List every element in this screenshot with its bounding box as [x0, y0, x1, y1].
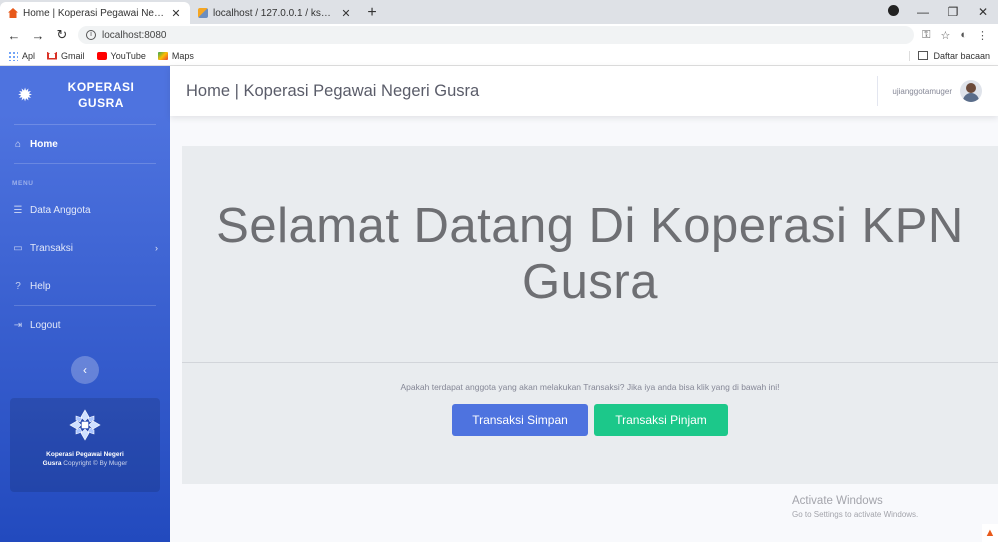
sidebar-card-text: Koperasi Pegawai Negeri Gusra Copyright … — [37, 450, 134, 468]
profile-icon[interactable] — [878, 5, 908, 19]
new-tab-button[interactable]: + — [360, 2, 384, 24]
chevron-left-icon: ‹ — [83, 363, 87, 377]
browser-tab-bar: Home | Koperasi Pegawai Negeri ✕ localho… — [0, 0, 998, 24]
key-icon[interactable]: ⚿ — [922, 29, 930, 42]
tab-title: Home | Koperasi Pegawai Negeri — [23, 7, 165, 19]
cash-icon: ▭ — [13, 242, 23, 254]
sidebar-item-label: Logout — [30, 319, 61, 331]
sidebar-item-transaksi[interactable]: ▭ Transaksi › — [0, 229, 170, 267]
card-title: Koperasi Pegawai Negeri — [46, 451, 124, 458]
watermark-subtitle: Go to Settings to activate Windows. — [792, 510, 919, 519]
home-icon: ⌂ — [14, 138, 22, 150]
tab-title: localhost / 127.0.0.1 / ksp / t_tan — [213, 7, 335, 19]
tab-phpmyadmin[interactable]: localhost / 127.0.0.1 / ksp / t_tan ✕ — [190, 2, 360, 24]
page-title: Home | Koperasi Pegawai Negeri Gusra — [186, 81, 480, 100]
address-bar: ← → ↻ i localhost:8080 ⚿ ☆ ◐ ⋮ — [0, 24, 998, 46]
jumbotron-divider — [182, 362, 998, 363]
koperasi-logo-icon — [68, 408, 102, 442]
gmail-icon — [47, 51, 58, 60]
card-copyright: Copyright © By Muger — [63, 460, 128, 467]
welcome-jumbotron: Selamat Datang Di Koperasi KPN Gusra Apa… — [182, 146, 998, 484]
sidebar: ✹ KOPERASI GUSRA ⌂ Home MENU ☰ Data Angg… — [0, 66, 170, 542]
sidebar-item-data-anggota[interactable]: ☰ Data Anggota — [0, 191, 170, 229]
bookmarks-bar: Apl Gmail YouTube Maps Daftar bacaan — [0, 46, 998, 66]
apps-grid-icon — [8, 50, 18, 61]
card-brand: Gusra — [42, 460, 62, 467]
bookmark-maps[interactable]: Maps — [157, 50, 194, 61]
restore-icon[interactable]: ❐ — [938, 5, 968, 19]
cog-icon: ✹ — [17, 84, 33, 105]
youtube-icon — [96, 51, 107, 60]
tab-home[interactable]: Home | Koperasi Pegawai Negeri ✕ — [0, 2, 190, 24]
chevron-right-icon: › — [155, 243, 158, 253]
close-window-icon[interactable]: ✕ — [968, 5, 998, 19]
bookmark-apps[interactable]: Apl — [8, 50, 36, 61]
reading-list-label: Daftar bacaan — [933, 50, 990, 61]
transaksi-simpan-button[interactable]: Transaksi Simpan — [452, 404, 588, 436]
sidebar-item-logout[interactable]: ⇥ Logout — [0, 306, 170, 344]
tab-close-icon[interactable]: ✕ — [340, 7, 352, 20]
brand-text: KOPERASI GUSRA — [67, 80, 135, 110]
reading-list[interactable]: Daftar bacaan — [909, 50, 990, 61]
lead-text: Apakah terdapat anggota yang akan melaku… — [400, 382, 780, 392]
bookmark-label: Gmail — [61, 50, 85, 61]
url-input[interactable]: i localhost:8080 — [78, 26, 915, 44]
bookmark-label: Apl — [22, 50, 36, 61]
extension-icon[interactable]: ◐ — [960, 29, 967, 42]
avatar — [960, 80, 982, 102]
welcome-heading: Selamat Datang Di Koperasi KPN Gusra — [216, 199, 964, 309]
sidebar-card: Koperasi Pegawai Negeri Gusra Copyright … — [10, 398, 160, 492]
logout-icon: ⇥ — [13, 319, 23, 331]
question-icon: ? — [15, 280, 21, 292]
window-controls: — ❐ ✕ — [878, 0, 998, 24]
bookmark-youtube[interactable]: YouTube — [96, 50, 146, 61]
username: ujianggotamuger — [892, 86, 952, 96]
user-menu[interactable]: ujianggotamuger — [877, 76, 982, 106]
sidebar-brand[interactable]: ✹ KOPERASI GUSRA — [0, 66, 170, 124]
maps-icon — [157, 51, 168, 60]
sidebar-item-label: Home — [30, 138, 58, 150]
forward-icon[interactable]: → — [30, 28, 46, 43]
topbar: Home | Koperasi Pegawai Negeri Gusra uji… — [170, 66, 998, 116]
info-icon[interactable]: i — [86, 30, 96, 40]
url-text: localhost:8080 — [102, 29, 167, 41]
list-icon: ☰ — [13, 204, 23, 216]
back-icon[interactable]: ← — [6, 28, 22, 43]
activate-windows-watermark: Activate Windows Go to Settings to activ… — [792, 494, 918, 522]
star-icon[interactable]: ☆ — [940, 29, 950, 42]
sidebar-item-label: Data Anggota — [30, 204, 91, 216]
minimize-icon[interactable]: — — [908, 5, 938, 19]
tab-close-icon[interactable]: ✕ — [170, 7, 182, 20]
sidebar-item-label: Help — [30, 280, 51, 292]
sidebar-item-home[interactable]: ⌂ Home — [0, 125, 170, 163]
transaksi-pinjam-button[interactable]: Transaksi Pinjam — [594, 404, 728, 436]
flame-icon: ▲ — [982, 524, 998, 542]
sidebar-toggle-button[interactable]: ‹ — [71, 356, 99, 384]
phpmyadmin-favicon-icon — [198, 8, 208, 18]
reload-icon[interactable]: ↻ — [54, 27, 70, 43]
bookmark-gmail[interactable]: Gmail — [47, 51, 85, 61]
sidebar-heading: MENU — [12, 180, 34, 187]
home-favicon-icon — [8, 8, 18, 18]
bookmark-label: Maps — [171, 50, 194, 61]
bookmark-label: YouTube — [110, 50, 146, 61]
watermark-title: Activate Windows — [792, 495, 883, 507]
sidebar-item-help[interactable]: ? Help — [0, 267, 170, 305]
menu-dots-icon[interactable]: ⋮ — [977, 29, 988, 42]
sidebar-item-label: Transaksi — [30, 242, 73, 254]
reading-list-icon — [918, 51, 929, 60]
action-buttons: Transaksi Simpan Transaksi Pinjam — [182, 404, 998, 436]
